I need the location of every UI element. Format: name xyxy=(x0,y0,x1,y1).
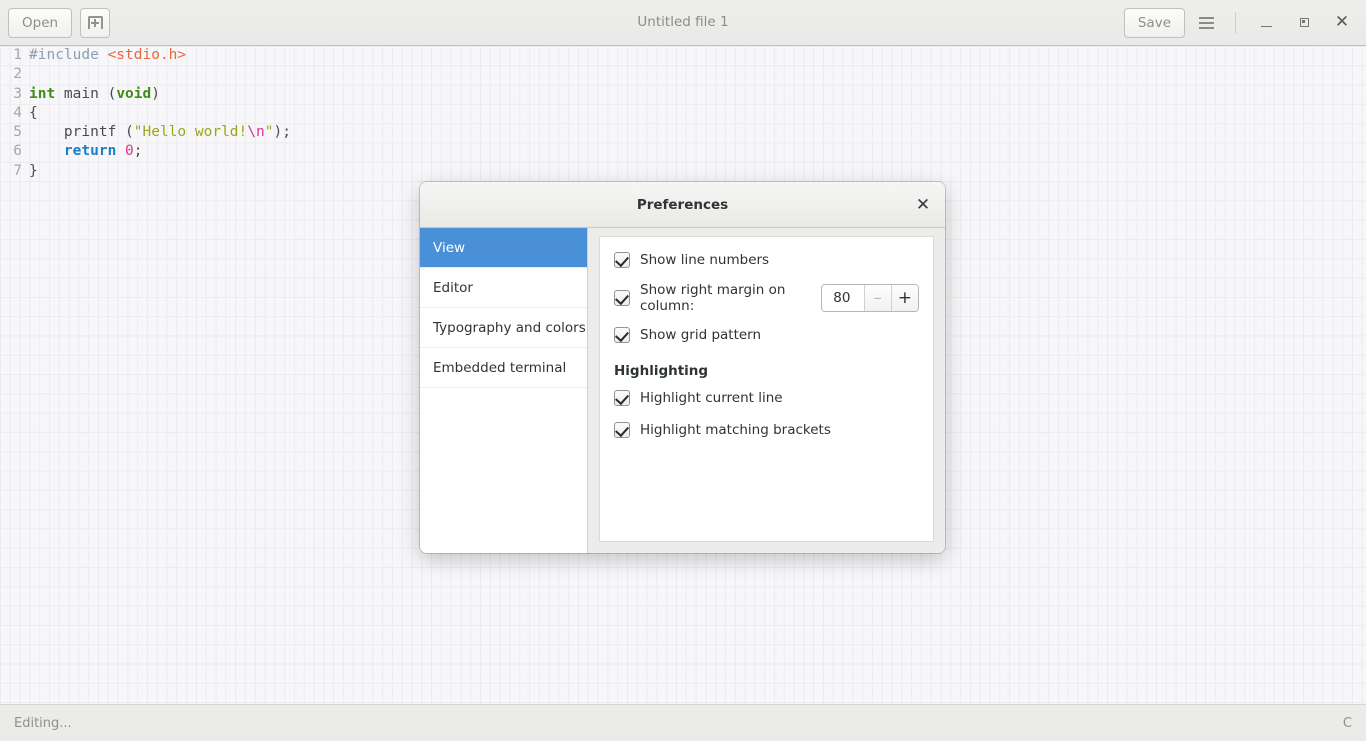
code-text: } xyxy=(29,163,38,179)
code-token: "Hello world! xyxy=(133,124,248,141)
view-settings-panel: Show line numbers Show right margin on c… xyxy=(599,236,934,542)
line-number: 5 xyxy=(13,124,22,141)
code-line: 7} xyxy=(0,162,291,181)
code-token: ); xyxy=(273,124,291,141)
sidebar-item-editor[interactable]: Editor xyxy=(420,268,587,308)
code-text: int main (void) xyxy=(29,86,160,102)
right-margin-column-stepper[interactable]: 80 – + xyxy=(821,284,919,312)
code-token: ) xyxy=(151,85,160,102)
code-text: printf ("Hello world!\n"); xyxy=(29,124,291,140)
code-token: void xyxy=(116,85,152,102)
option-highlight-matching-brackets[interactable]: Highlight matching brackets xyxy=(614,420,919,440)
line-number: 6 xyxy=(13,143,22,160)
label-highlight-matching-brackets: Highlight matching brackets xyxy=(640,422,831,438)
status-language[interactable]: C xyxy=(1343,716,1352,731)
option-show-right-margin[interactable]: Show right margin on column: 80 – + xyxy=(614,282,919,314)
code-text: #include <stdio.h> xyxy=(29,47,186,63)
right-margin-decrement-button[interactable]: – xyxy=(863,285,891,311)
label-show-right-margin: Show right margin on column: xyxy=(640,282,786,314)
sidebar-item-label: Embedded terminal xyxy=(433,359,567,376)
sidebar-item-embedded-terminal[interactable]: Embedded terminal xyxy=(420,348,587,388)
header-left-group: Open xyxy=(8,7,111,38)
code-line: 5 printf ("Hello world!\n"); xyxy=(0,123,291,142)
option-show-grid-pattern[interactable]: Show grid pattern xyxy=(614,325,919,345)
dialog-sidebar: View Editor Typography and colors Embedded … xyxy=(420,228,588,553)
code-line: 2 xyxy=(0,65,291,84)
new-document-button[interactable] xyxy=(80,7,111,38)
application-window: Open Save ✕ Untitled file 1 1 #include <… xyxy=(0,0,1366,741)
option-highlight-current-line[interactable]: Highlight current line xyxy=(614,388,919,408)
code-token: } xyxy=(29,162,38,179)
close-icon[interactable]: ✕ xyxy=(1326,7,1358,39)
line-number: 3 xyxy=(13,85,22,102)
sidebar-item-label: Typography and colors xyxy=(433,319,586,336)
open-button[interactable]: Open xyxy=(8,7,73,38)
code-content[interactable]: 1 #include <stdio.h> 2 3 int main (void) 4{5 … xyxy=(0,46,291,181)
code-token: return xyxy=(63,143,117,160)
open-button-label: Open xyxy=(22,14,59,31)
checkbox-show-right-margin[interactable] xyxy=(614,290,630,306)
code-token: ; xyxy=(133,143,143,160)
preferences-dialog: Preferences ✕ View Editor Typography and c… xyxy=(420,182,945,553)
highlighting-section-title: Highlighting xyxy=(614,363,709,379)
sidebar-item-view[interactable]: View xyxy=(420,228,587,268)
dialog-close-icon[interactable]: ✕ xyxy=(911,193,935,217)
option-show-line-numbers[interactable]: Show line numbers xyxy=(614,250,919,270)
dialog-panel: Show line numbers Show right margin on c… xyxy=(588,228,945,553)
code-line: 6 return 0; xyxy=(0,142,291,161)
dialog-title-bar: Preferences ✕ xyxy=(420,182,945,228)
dialog-title: Preferences xyxy=(636,196,729,213)
sidebar-item-label: Editor xyxy=(433,279,473,296)
line-number: 2 xyxy=(13,66,22,83)
header-bar: Open Save ✕ Untitled file 1 xyxy=(0,0,1366,46)
line-number: 4 xyxy=(13,104,22,121)
code-token: int xyxy=(29,85,56,102)
checkbox-show-line-numbers[interactable] xyxy=(614,252,630,268)
line-number: 7 xyxy=(13,162,22,179)
label-show-line-numbers: Show line numbers xyxy=(640,252,770,268)
code-text: { xyxy=(29,105,38,121)
dialog-body: View Editor Typography and colors Embedded … xyxy=(420,228,945,553)
header-divider xyxy=(1235,11,1236,34)
checkbox-highlight-matching-brackets[interactable] xyxy=(614,422,630,438)
label-highlight-current-line: Highlight current line xyxy=(640,390,783,406)
save-button[interactable]: Save xyxy=(1123,7,1185,38)
header-right-group: Save ✕ xyxy=(1123,7,1358,39)
code-line: 4{ xyxy=(0,104,291,123)
code-token: { xyxy=(29,104,38,121)
code-token: 0 xyxy=(125,143,134,160)
hamburger-menu-icon[interactable] xyxy=(1191,8,1221,38)
code-line: 3 int main (void) xyxy=(0,85,291,104)
sidebar-item-typography-and-colors[interactable]: Typography and colors xyxy=(420,308,587,348)
maximize-icon[interactable] xyxy=(1288,7,1320,39)
right-margin-increment-button[interactable]: + xyxy=(890,285,918,311)
checkbox-highlight-current-line[interactable] xyxy=(614,390,630,406)
code-token: printf ( xyxy=(29,124,134,141)
code-token: <stdio.h> xyxy=(107,47,187,63)
line-number: 1 xyxy=(13,47,22,63)
minimize-icon[interactable] xyxy=(1250,7,1282,39)
sidebar-item-label: View xyxy=(433,239,466,256)
code-token: \n xyxy=(247,124,265,141)
right-margin-value[interactable]: 80 xyxy=(822,285,864,311)
status-bar: Editing... C xyxy=(0,704,1366,741)
status-message: Editing... xyxy=(14,715,72,731)
code-token: #include xyxy=(29,47,99,63)
label-show-grid-pattern: Show grid pattern xyxy=(640,327,762,343)
new-document-icon xyxy=(87,14,104,31)
code-text: return 0; xyxy=(29,143,143,159)
code-line: 1 #include <stdio.h> xyxy=(0,46,291,65)
code-token: main ( xyxy=(55,85,117,102)
save-button-label: Save xyxy=(1137,14,1171,31)
checkbox-show-grid-pattern[interactable] xyxy=(614,327,630,343)
